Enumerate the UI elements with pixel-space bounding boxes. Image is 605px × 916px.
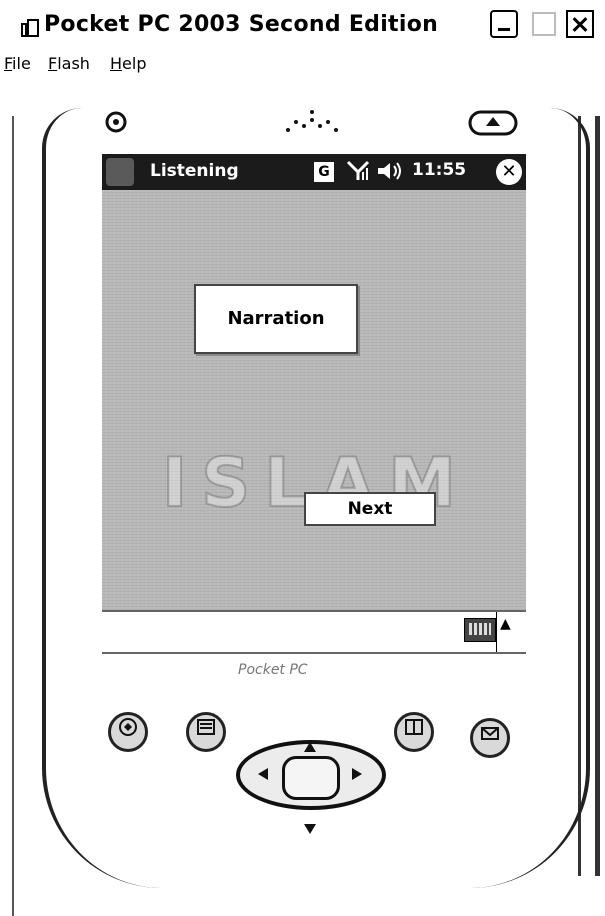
record-button-icon[interactable] bbox=[468, 110, 518, 141]
dpad-down-icon[interactable] bbox=[304, 822, 316, 838]
network-badge[interactable]: G bbox=[314, 162, 334, 182]
maximize-button[interactable] bbox=[532, 12, 556, 36]
status-bar: Listening G 11:55 ✕ bbox=[102, 154, 526, 190]
sip-arrow-icon[interactable]: ▲ bbox=[500, 616, 511, 632]
app-title: Listening bbox=[150, 161, 239, 181]
input-panel-bar: ▲ bbox=[102, 610, 526, 654]
brand-logo: Pocket PC bbox=[238, 662, 308, 678]
sip-divider bbox=[496, 612, 497, 652]
keyboard-icon[interactable] bbox=[464, 618, 496, 642]
menu-bar: File Flash Help bbox=[0, 50, 605, 78]
close-app-button[interactable]: ✕ bbox=[496, 159, 522, 185]
close-button[interactable] bbox=[566, 10, 594, 38]
minimize-button[interactable] bbox=[490, 10, 518, 38]
tasks-button-icon[interactable] bbox=[394, 712, 434, 752]
menu-help[interactable]: Help bbox=[110, 54, 146, 73]
contacts-button-icon[interactable] bbox=[186, 712, 226, 752]
calendar-button-icon[interactable] bbox=[108, 712, 148, 752]
power-icon[interactable] bbox=[104, 110, 132, 139]
dpad-left-icon[interactable] bbox=[258, 768, 268, 784]
menu-flash[interactable]: Flash bbox=[48, 54, 90, 73]
clock[interactable]: 11:55 bbox=[412, 160, 466, 180]
speaker-icon bbox=[282, 108, 342, 143]
inbox-button-icon[interactable] bbox=[470, 718, 510, 758]
signal-icon[interactable] bbox=[346, 160, 370, 187]
window-title: Pocket PC 2003 Second Edition bbox=[44, 12, 439, 37]
app-icon[interactable] bbox=[20, 18, 40, 38]
dpad-center-button[interactable] bbox=[282, 756, 340, 800]
dpad-right-icon[interactable] bbox=[352, 768, 362, 784]
device-screen: Listening G 11:55 ✕ ISLAM Narration Next bbox=[102, 154, 526, 610]
next-button[interactable]: Next bbox=[304, 492, 436, 526]
menu-file[interactable]: File bbox=[4, 54, 31, 73]
narration-button[interactable]: Narration bbox=[194, 284, 358, 354]
start-menu-icon[interactable] bbox=[106, 158, 134, 186]
window-title-bar: Pocket PC 2003 Second Edition bbox=[0, 0, 605, 48]
device-left-edge bbox=[12, 116, 22, 916]
dpad-up-icon[interactable] bbox=[304, 740, 316, 756]
volume-icon[interactable] bbox=[374, 160, 404, 187]
